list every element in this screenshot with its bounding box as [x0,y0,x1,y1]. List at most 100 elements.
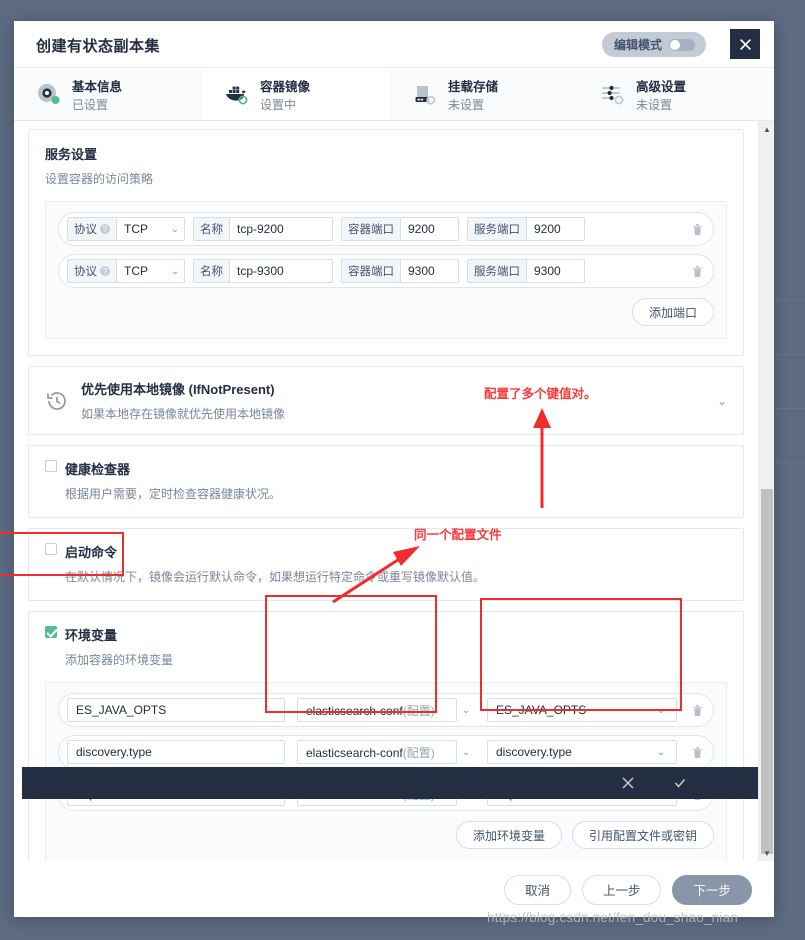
delete-port-button[interactable] [687,223,707,236]
trash-icon [692,265,702,277]
history-clock-icon [45,389,69,413]
trash-icon [692,223,702,235]
service-port-field[interactable]: 服务端口 9300 [467,259,585,283]
protocol-select[interactable]: 协议 ? TCP ⌄ [67,259,185,283]
start-command-card[interactable]: 启动命令 在默认情况下，镜像会运行默认命令，如果想运行特定命令或重写镜像默认值。 [28,528,744,601]
tab-label: 高级设置 [636,79,687,94]
scrollbar-thumb[interactable] [761,489,773,854]
env-source-select[interactable]: elasticsearch-conf(配置) [297,698,457,722]
delete-env-button[interactable] [687,746,707,759]
section-description: 设置容器的访问策略 [45,172,154,186]
chevron-down-icon: ⌄ [170,223,180,235]
field-label: 协议 ? [68,260,117,282]
env-vars-checkbox[interactable] [45,626,57,638]
chevron-down-icon: ⌄ [170,265,180,277]
close-button[interactable] [730,29,760,59]
env-source-value: elasticsearch-conf(配置) [306,745,435,760]
modal-header: 创建有状态副本集 编辑模式 [14,21,774,68]
edit-mode-toggle[interactable]: 编辑模式 [602,32,706,57]
ports-container: 协议 ? TCP ⌄ 名称 tcp-9200 容器端口 9200 服务端口 92… [45,201,727,339]
protocol-select[interactable]: 协议 ? TCP ⌄ [67,217,185,241]
field-label: 容器端口 [342,218,401,240]
trash-icon [692,746,702,758]
port-name-field[interactable]: 名称 tcp-9200 [193,217,333,241]
tab-basic-info[interactable]: 基本信息 已设置 [14,68,202,120]
tab-status: 未设置 [448,97,485,112]
protocol-value: TCP [124,222,148,236]
close-icon[interactable] [622,777,634,789]
chevron-down-icon: ⌄ [656,704,666,716]
scroll-content: 服务设置 设置容器的访问策略 协议 ? TCP ⌄ 名称 tcp-9200 容器… [14,121,758,861]
table-row: 协议 ? TCP ⌄ 名称 tcp-9300 容器端口 9300 服务端口 93… [58,254,714,288]
previous-step-button[interactable]: 上一步 [581,874,662,905]
modal-footer: 取消 上一步 下一步 [14,861,774,917]
env-key-input[interactable]: discovery.type [67,740,285,764]
check-icon[interactable] [674,777,686,789]
storage-icon [412,81,438,107]
health-check-checkbox[interactable] [45,460,57,472]
next-step-button[interactable]: 下一步 [672,874,752,905]
env-key-input[interactable]: ES_JAVA_OPTS [67,698,285,722]
wizard-tabs: 基本信息 已设置 容器镜像 设置中 挂载存储 未设置 高级设置 未设置 [14,68,774,121]
cancel-button[interactable]: 取消 [503,874,571,905]
chevron-down-icon[interactable]: ⌄ [457,747,475,758]
add-port-button[interactable]: 添加端口 [631,298,714,326]
environment-variables-card: 环境变量 添加容器的环境变量 ES_JAVA_OPTS elasticsearc… [28,611,744,861]
scroll-up-arrow[interactable]: ▲ [759,121,774,137]
tab-status: 未设置 [636,97,673,112]
tab-advanced-settings[interactable]: 高级设置 未设置 [578,68,766,120]
tab-container-image[interactable]: 容器镜像 设置中 [202,68,390,120]
env-value: ES_JAVA_OPTS [496,703,587,717]
field-label: 服务端口 [468,260,527,282]
scroll-down-arrow[interactable]: ▼ [759,845,774,861]
start-command-title: 启动命令 [65,545,118,560]
delete-port-button[interactable] [687,265,707,278]
vertical-scrollbar[interactable]: ▲ ▼ [758,121,774,861]
tab-status: 设置中 [260,97,297,112]
env-source-select[interactable]: elasticsearch-conf(配置) [297,740,457,764]
env-value: discovery.type [496,745,572,759]
container-port-field[interactable]: 容器端口 9300 [341,259,459,283]
reference-config-button[interactable]: 引用配置文件或密钥 [571,821,714,849]
field-label: 名称 [194,218,230,240]
image-pull-policy-card[interactable]: 优先使用本地镜像 (IfNotPresent) 如果本地存在镜像就优先使用本地镜… [28,366,744,435]
field-label: 协议 ? [68,218,117,240]
basic-info-icon [36,81,62,107]
chevron-down-icon[interactable]: ⌄ [457,705,475,716]
delete-env-button[interactable] [687,704,707,717]
edit-mode-label: 编辑模式 [614,38,663,52]
port-name-value: tcp-9200 [237,222,284,236]
help-icon[interactable]: ? [100,266,110,276]
container-port-value: 9200 [408,222,435,236]
health-check-title: 健康检查器 [65,462,131,477]
env-value-select[interactable]: discovery.type ⌄ [487,740,677,764]
add-env-variable-button[interactable]: 添加环境变量 [455,821,562,849]
port-name-value: tcp-9300 [237,264,284,278]
tab-label: 挂载存储 [448,79,499,94]
service-port-value: 9300 [534,264,561,278]
chevron-down-icon[interactable]: ⌄ [717,394,727,408]
tab-label: 容器镜像 [260,79,311,94]
env-vars-description: 添加容器的环境变量 [65,653,174,667]
close-icon [739,38,751,50]
env-value-select[interactable]: ES_JAVA_OPTS ⌄ [487,698,677,722]
container-port-field[interactable]: 容器端口 9200 [341,217,459,241]
health-check-card[interactable]: 健康检查器 根据用户需要，定时检查容器健康状况。 [28,445,744,518]
trash-icon [692,704,702,716]
start-command-checkbox[interactable] [45,543,57,555]
service-port-field[interactable]: 服务端口 9200 [467,217,585,241]
page-title: 创建有状态副本集 [36,38,161,55]
container-port-value: 9300 [408,264,435,278]
field-label: 名称 [194,260,230,282]
help-icon[interactable]: ? [100,224,110,234]
health-check-description: 根据用户需要，定时检查容器健康状况。 [65,487,282,501]
field-label: 容器端口 [342,260,401,282]
tab-status: 已设置 [72,97,109,112]
modal-body: 服务设置 设置容器的访问策略 协议 ? TCP ⌄ 名称 tcp-9200 容器… [14,121,774,861]
port-name-field[interactable]: 名称 tcp-9300 [193,259,333,283]
start-command-description: 在默认情况下，镜像会运行默认命令，如果想运行特定命令或重写镜像默认值。 [65,570,486,584]
tab-mount-storage[interactable]: 挂载存储 未设置 [390,68,578,120]
create-statefulset-modal: 创建有状态副本集 编辑模式 基本信息 已设置 容器镜像 设置中 挂载存储 未设置… [14,21,774,917]
env-source-value: elasticsearch-conf(配置) [306,703,435,718]
env-vars-title: 环境变量 [65,628,118,643]
